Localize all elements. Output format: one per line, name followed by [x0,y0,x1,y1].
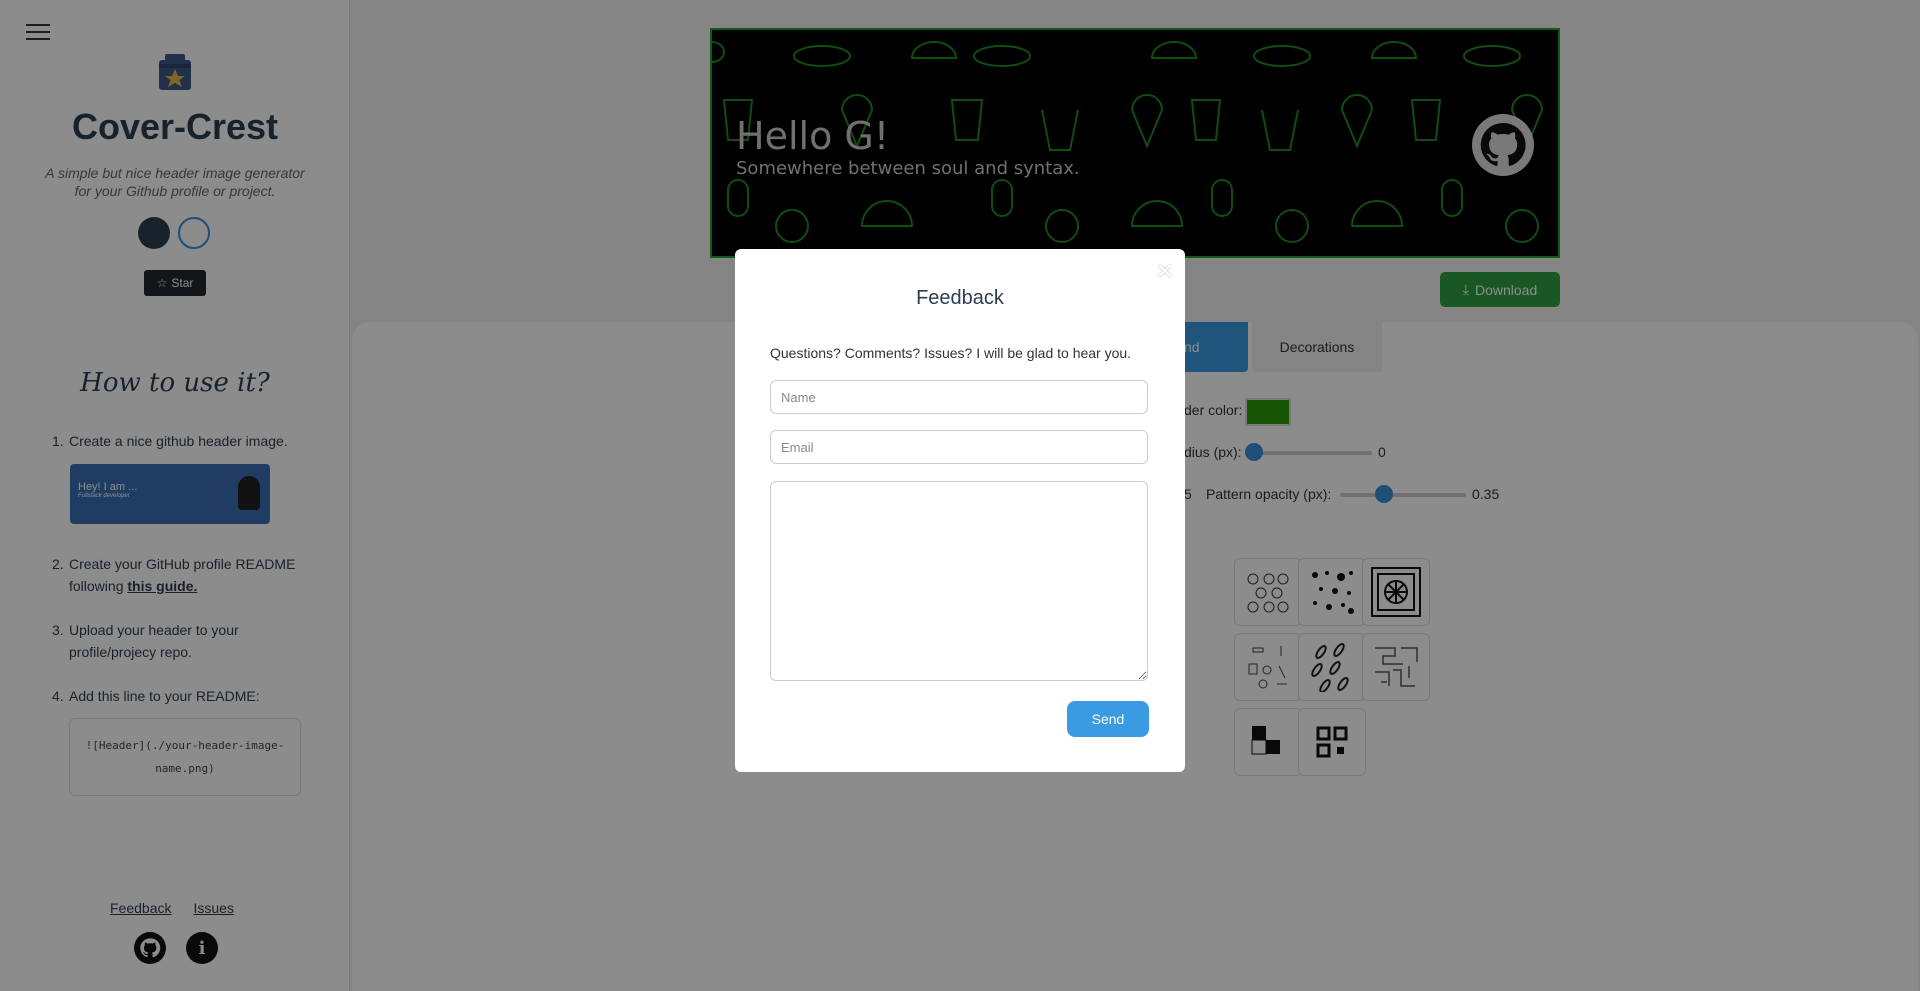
message-field[interactable] [770,481,1148,681]
modal-description: Questions? Comments? Issues? I will be g… [770,345,1132,361]
modal-title: Feedback [916,287,1004,309]
close-icon[interactable]: × [1157,257,1173,285]
name-field[interactable] [770,380,1148,414]
email-field[interactable] [770,430,1148,464]
send-button[interactable]: Send [1067,701,1149,737]
feedback-modal: × Feedback Questions? Comments? Issues? … [735,249,1185,772]
